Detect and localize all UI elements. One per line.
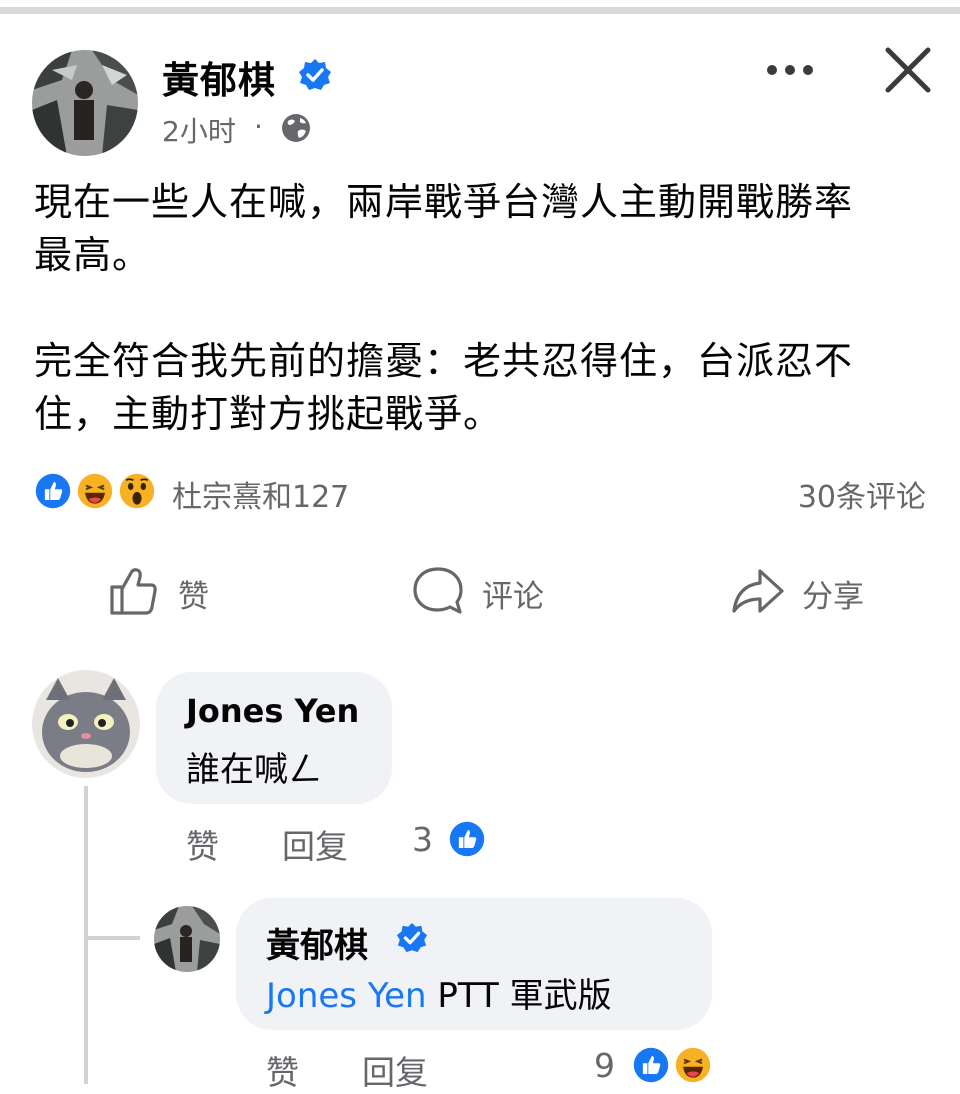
comment-label: 评论	[482, 579, 544, 615]
comment-button[interactable]: 评论	[410, 563, 560, 623]
wow-reaction-icon	[116, 470, 158, 512]
comment-text: 誰在喊ㄥ	[186, 750, 322, 790]
reply-bubble[interactable]: 黃郁棋 Jones Yen PTT 軍武版	[236, 898, 712, 1030]
haha-reaction-icon	[672, 1044, 714, 1086]
thumbs-up-icon	[110, 568, 157, 615]
comment-bubble[interactable]: Jones Yen 誰在喊ㄥ	[156, 672, 392, 804]
reactors-summary[interactable]: 杜宗熹和127	[172, 472, 349, 516]
top-divider	[0, 7, 960, 14]
author-name[interactable]: 黃郁棋	[162, 50, 276, 104]
verified-badge-icon	[299, 59, 331, 90]
like-reaction-icon	[32, 470, 74, 512]
commenter-avatar[interactable]	[32, 670, 140, 778]
like-label: 赞	[178, 579, 209, 615]
comment-author[interactable]: Jones Yen	[186, 692, 359, 730]
reply-reply-button[interactable]: 回复	[362, 1046, 428, 1094]
haha-reaction-icon	[74, 470, 116, 512]
like-reaction-icon	[446, 818, 488, 860]
top-strip	[0, 0, 960, 14]
post-text: 現在一些人在喊，兩岸戰爭台灣人主動開戰勝率 最高。 完全符合我先前的擔憂：老共忍…	[34, 180, 854, 436]
comment-like-button[interactable]: 赞	[186, 820, 219, 868]
close-icon[interactable]	[882, 44, 934, 96]
like-button[interactable]: 赞	[106, 563, 226, 623]
globe-icon	[282, 114, 310, 142]
reply-reaction-count[interactable]: 9	[594, 1046, 615, 1085]
share-button[interactable]: 分享	[730, 563, 880, 623]
reply-body: PTT 軍武版	[426, 976, 612, 1016]
comment-count[interactable]: 30条评论	[798, 472, 926, 516]
reaction-summary[interactable]	[32, 470, 162, 512]
reply-like-button[interactable]: 赞	[266, 1046, 299, 1094]
thread-line	[84, 786, 88, 1084]
like-reaction-icon	[630, 1044, 672, 1086]
reply-text: Jones Yen PTT 軍武版	[266, 968, 612, 1017]
reply-mention[interactable]: Jones Yen	[266, 976, 427, 1016]
separator-dot: ·	[254, 110, 263, 143]
reply-author[interactable]: 黃郁棋	[266, 918, 368, 967]
verified-badge-icon	[396, 922, 428, 953]
comment-reply-button[interactable]: 回复	[282, 820, 348, 868]
reply-author-avatar[interactable]	[154, 906, 220, 972]
comment-reaction-count[interactable]: 3	[412, 820, 433, 859]
more-icon[interactable]	[760, 50, 820, 90]
reply-connector	[84, 936, 140, 940]
share-arrow-icon	[732, 569, 784, 613]
post-time[interactable]: 2小时	[162, 110, 236, 150]
comment-bubble-icon	[413, 567, 463, 614]
author-avatar[interactable]	[32, 50, 138, 156]
share-label: 分享	[802, 579, 864, 615]
